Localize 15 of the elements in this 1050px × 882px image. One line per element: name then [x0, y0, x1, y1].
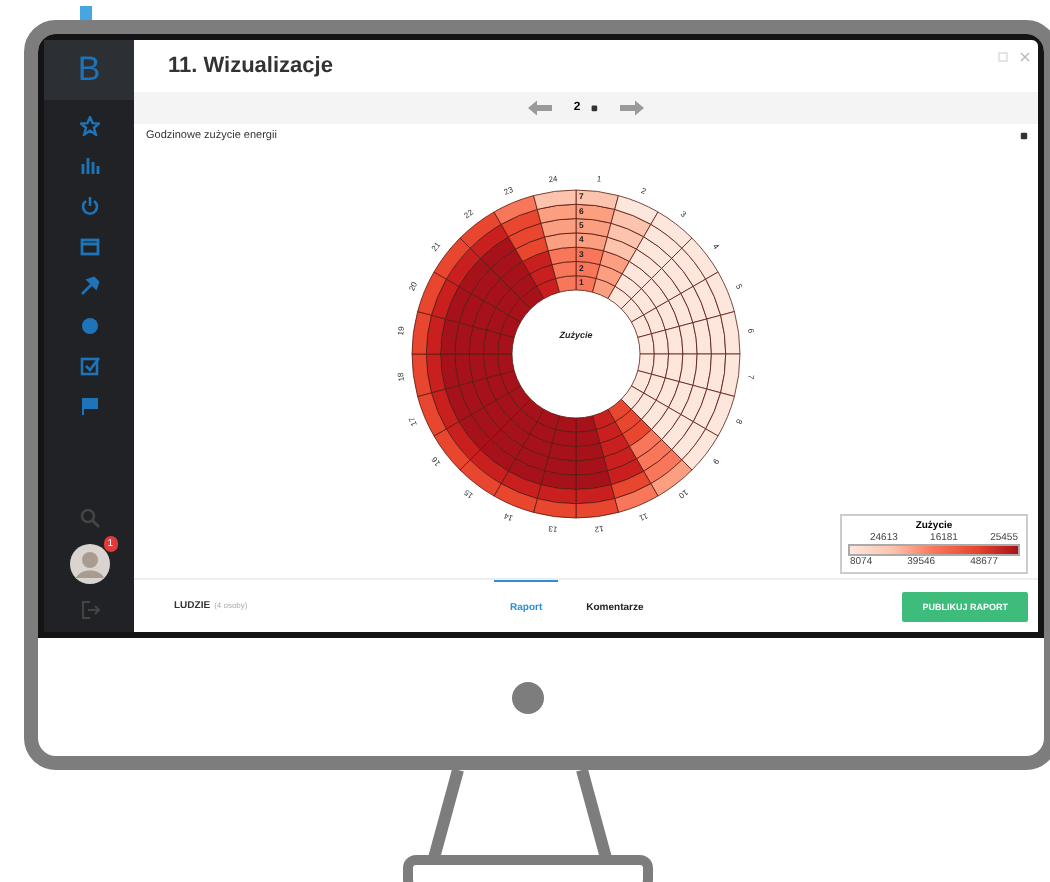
calendar-icon[interactable] [79, 236, 99, 256]
flag-icon[interactable] [79, 396, 99, 416]
logo[interactable]: B [44, 40, 134, 100]
circle-icon[interactable] [79, 316, 99, 336]
checkbox-icon[interactable] [79, 356, 99, 376]
star-icon[interactable] [79, 116, 99, 136]
avatar[interactable] [69, 544, 109, 584]
bar-chart-icon[interactable] [79, 156, 99, 176]
close-icon[interactable] [1020, 52, 1030, 62]
window-title: 11. Wizualizacje [168, 54, 333, 78]
marker [80, 6, 92, 20]
power-icon[interactable] [79, 196, 99, 216]
previous-arrow-icon[interactable] [527, 100, 552, 116]
hammer-icon[interactable] [79, 276, 99, 296]
next-arrow-icon[interactable] [620, 100, 645, 116]
